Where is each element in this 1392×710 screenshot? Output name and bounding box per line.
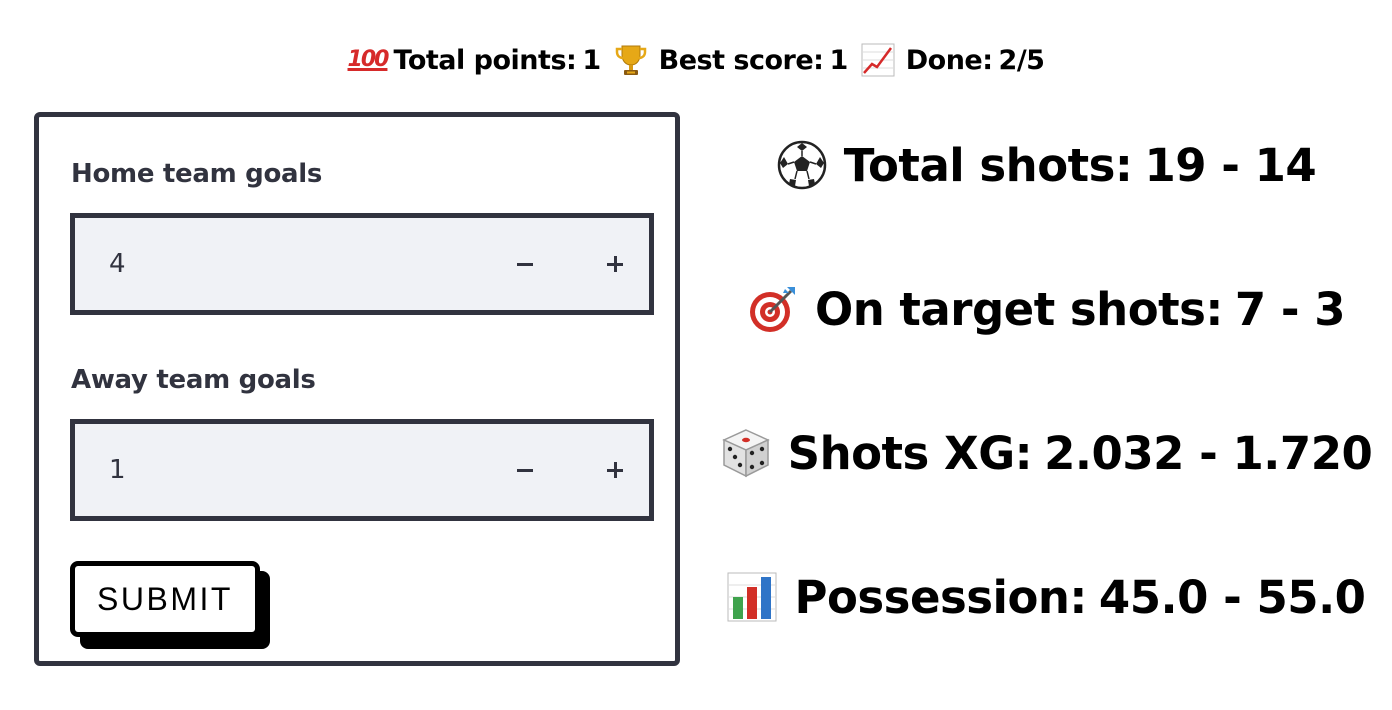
bar-chart-icon <box>726 571 778 623</box>
chart-increasing-icon <box>860 42 896 78</box>
best-score-value: 1 <box>829 44 848 76</box>
possession-value: 45.0 - 55.0 <box>1098 570 1366 624</box>
on-target-shots-value: 7 - 3 <box>1234 282 1346 336</box>
done-status: Done: 2/5 <box>860 42 1045 78</box>
trophy-icon <box>613 42 649 78</box>
prediction-form: Home team goals Away team goals SUBMIT <box>34 112 680 666</box>
home-goals-decrement-button[interactable] <box>495 218 555 310</box>
away-goals-number-input <box>70 419 654 521</box>
submit-button-wrapper: SUBMIT <box>70 561 272 651</box>
done-label: Done: <box>905 44 993 76</box>
on-target-shots-label: On target shots: <box>814 282 1223 336</box>
away-goals-label: Away team goals <box>71 365 316 395</box>
home-goals-label: Home team goals <box>71 159 323 189</box>
shots-xg-label: Shots XG: <box>787 426 1033 480</box>
direct-hit-icon <box>747 283 799 335</box>
total-shots-label: Total shots: <box>843 138 1133 192</box>
away-goals-field[interactable] <box>109 424 469 516</box>
shots-xg-stat: Shots XG: 2.032 - 1.720 <box>700 418 1392 488</box>
possession-stat: Possession: 45.0 - 55.0 <box>700 562 1392 632</box>
on-target-shots-stat: On target shots: 7 - 3 <box>700 274 1392 344</box>
minus-icon <box>517 468 533 472</box>
game-die-icon <box>720 427 772 479</box>
total-shots-value: 19 - 14 <box>1144 138 1317 192</box>
done-value: 2/5 <box>998 44 1045 76</box>
possession-label: Possession: <box>794 570 1087 624</box>
total-points-status: 100 Total points: 1 <box>347 42 602 78</box>
home-goals-number-input <box>70 213 654 315</box>
away-goals-decrement-button[interactable] <box>495 424 555 516</box>
shots-xg-value: 2.032 - 1.720 <box>1044 426 1373 480</box>
minus-icon <box>517 262 533 266</box>
plus-icon <box>607 256 623 272</box>
away-goals-increment-button[interactable] <box>585 424 645 516</box>
score-status-bar: 100 Total points: 1 Best score: 1 Done: … <box>0 36 1392 84</box>
total-shots-stat: Total shots: 19 - 14 <box>700 130 1392 200</box>
home-goals-increment-button[interactable] <box>585 218 645 310</box>
hundred-points-icon: 100 <box>347 47 390 72</box>
page: 100 Total points: 1 Best score: 1 Done: … <box>0 0 1392 710</box>
submit-button[interactable]: SUBMIT <box>70 561 260 637</box>
best-score-status: Best score: 1 <box>613 42 848 78</box>
best-score-label: Best score: <box>658 44 824 76</box>
total-points-label: Total points: <box>393 44 577 76</box>
plus-icon <box>607 462 623 478</box>
match-stats: Total shots: 19 - 14 On target shots: 7 … <box>700 112 1392 672</box>
soccer-ball-icon <box>776 139 828 191</box>
home-goals-field[interactable] <box>109 218 469 310</box>
total-points-value: 1 <box>582 44 601 76</box>
